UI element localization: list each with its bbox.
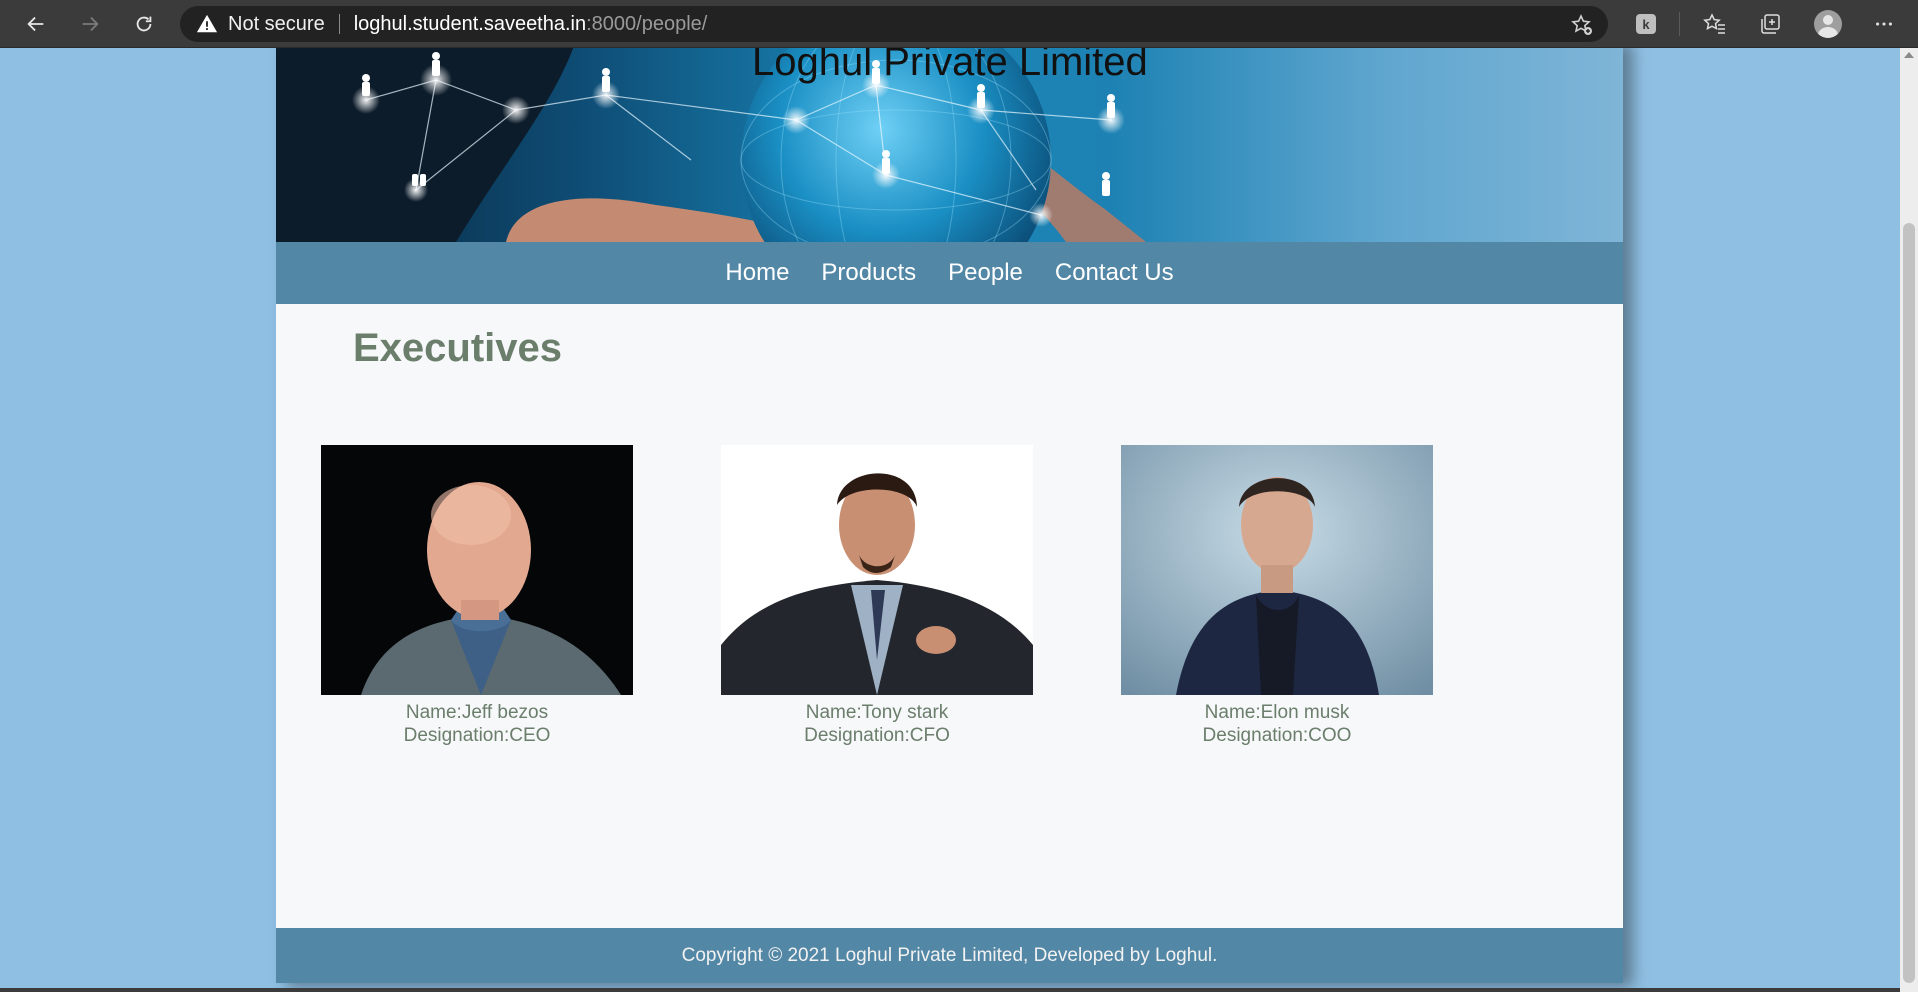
executive-photo-1 [321,445,633,695]
url-host: loghul.student.saveetha.in [353,12,587,35]
executive-photo-3 [1121,445,1433,695]
header-banner: Loghul Private Limited [276,48,1623,242]
favorites-button[interactable] [1699,8,1731,40]
warning-icon [196,13,218,35]
collections-icon [1761,14,1780,34]
main-nav: Home Products People Contact Us [276,242,1623,304]
security-status[interactable]: Not secure [228,13,325,36]
footer-copyright: Copyright © 2021 Loghul Private Limited,… [681,944,1218,966]
executive-designation-1: Designation:CEO [403,725,551,746]
executive-name-3: Name:Elon musk [1204,702,1350,723]
site-title: Loghul Private Limited [752,48,1148,84]
section-title: Executives [353,326,563,370]
add-favorite-icon[interactable] [1570,13,1594,37]
site-footer: Copyright © 2021 Loghul Private Limited,… [276,928,1623,983]
window-bottom-edge [0,988,1900,992]
more-button[interactable] [1868,8,1900,40]
page-viewport: Loghul Private Limited Home Products Peo… [0,48,1900,992]
reload-button[interactable] [124,4,164,44]
back-arrow-icon [27,16,44,31]
executive-card-1: Name:Jeff bezos Designation:CEO [321,445,633,747]
nav-home[interactable]: Home [725,259,789,287]
favorites-icon [1703,13,1725,34]
collections-button[interactable] [1754,8,1786,40]
back-button[interactable] [16,4,56,44]
url-path: :8000/people/ [586,12,708,35]
nav-products[interactable]: Products [821,259,916,287]
nav-contact-us[interactable]: Contact Us [1055,259,1174,287]
toolbar-divider [1679,12,1680,36]
vertical-scrollbar[interactable] [1900,48,1918,992]
extension-badge: k [1636,14,1656,34]
nav-people[interactable]: People [948,259,1023,287]
address-separator [338,14,340,34]
address-bar[interactable]: Not secure loghul.student.saveetha.in:80… [180,6,1608,42]
forward-button[interactable] [70,4,110,44]
extension-button[interactable]: k [1630,8,1662,40]
more-icon [1876,22,1892,26]
executive-card-3: Name:Elon musk Designation:COO [1121,445,1433,747]
executive-card-2: Name:Tony stark Designation:CFO [721,445,1033,747]
scrollbar-thumb[interactable] [1903,223,1915,983]
executive-photo-2 [721,445,1033,695]
scroll-up-arrow-icon[interactable] [1904,52,1914,58]
profile-icon [1814,10,1842,38]
executive-name-2: Name:Tony stark [805,702,949,723]
executive-designation-3: Designation:COO [1202,725,1352,746]
reload-icon [136,16,152,31]
browser-toolbar: Not secure loghul.student.saveetha.in:80… [0,0,1918,48]
forward-arrow-icon [82,16,99,31]
executive-designation-2: Designation:CFO [804,725,950,746]
page-container: Loghul Private Limited Home Products Peo… [276,48,1623,983]
executive-name-1: Name:Jeff bezos [405,702,549,723]
profile-button[interactable] [1812,8,1844,40]
